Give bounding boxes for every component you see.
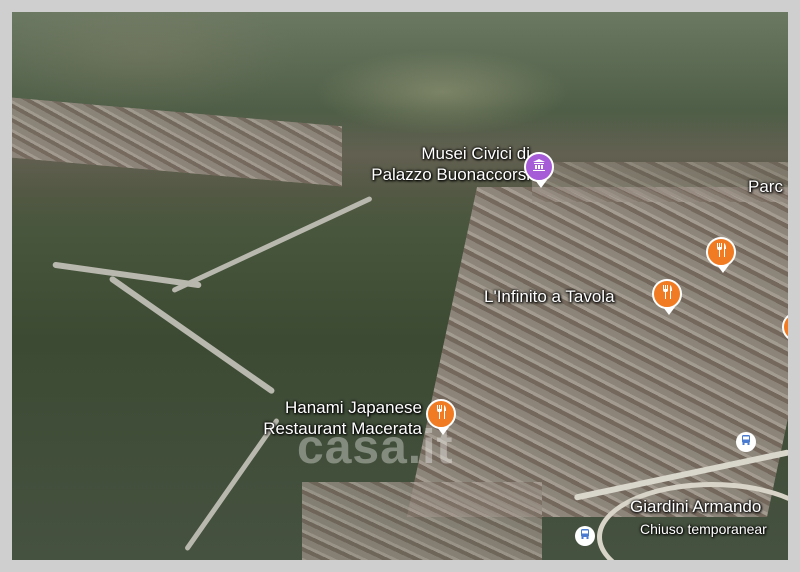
giardini-status-label: Chiuso temporanear xyxy=(640,521,767,537)
museum-label-line1: Musei Civici di xyxy=(421,144,530,163)
giardini-label[interactable]: Giardini Armando xyxy=(630,496,761,517)
hanami-label-line1: Hanami Japanese xyxy=(284,398,422,417)
bus-stop-lower[interactable] xyxy=(575,526,595,546)
museum-label-line2: Palazzo Buonaccorsi xyxy=(371,165,530,184)
restaurant-icon xyxy=(659,284,675,305)
museum-icon xyxy=(531,157,547,178)
museum-label[interactable]: Musei Civici di Palazzo Buonaccorsi xyxy=(310,143,530,185)
bus-icon xyxy=(740,433,752,451)
satellite-map[interactable]: casa.it Musei Civici di Palazzo Buonacco… xyxy=(12,12,788,560)
road-curve-2 xyxy=(171,195,373,294)
image-frame: casa.it Musei Civici di Palazzo Buonacco… xyxy=(0,0,800,572)
infinito-label[interactable]: L'Infinito a Tavola xyxy=(484,286,615,307)
hanami-label[interactable]: Hanami Japanese Restaurant Macerata xyxy=(222,397,422,439)
road-curve-3 xyxy=(108,275,276,395)
hanami-pin[interactable] xyxy=(426,399,456,435)
museum-pin[interactable] xyxy=(524,152,554,188)
restaurant-icon xyxy=(713,242,729,263)
bus-stop-upper[interactable] xyxy=(736,432,756,452)
restaurant-pin-unlabeled[interactable] xyxy=(706,237,736,273)
parco-label[interactable]: Parc xyxy=(748,176,783,197)
restaurant-icon xyxy=(433,404,449,425)
hanami-label-line2: Restaurant Macerata xyxy=(263,419,422,438)
bus-icon xyxy=(579,527,591,545)
infinito-pin[interactable] xyxy=(652,279,682,315)
town-lower xyxy=(302,482,542,560)
